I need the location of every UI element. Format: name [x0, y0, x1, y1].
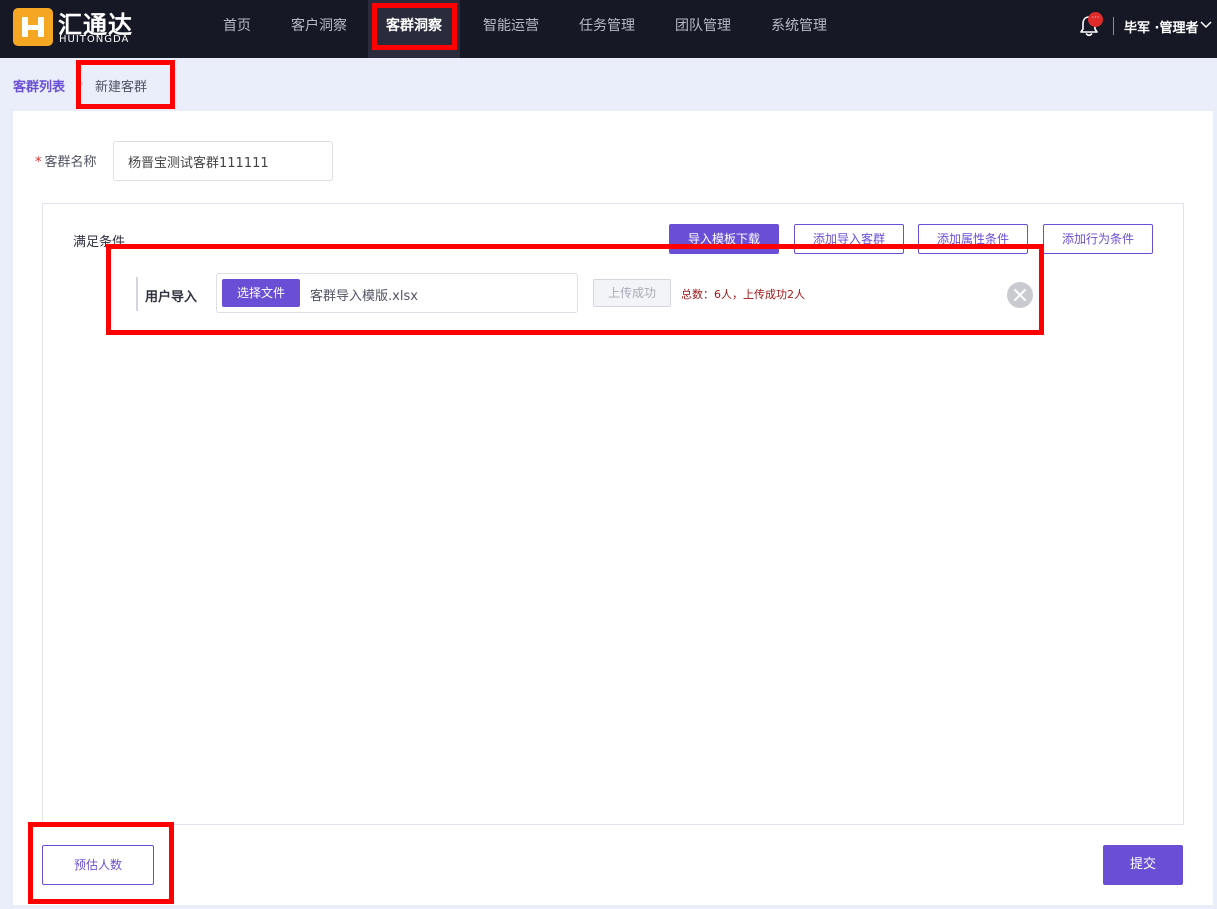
submit-button[interactable]: 提交 [1103, 845, 1183, 885]
nav-home[interactable]: 首页 [212, 0, 262, 58]
add-behavior-condition-button[interactable]: 添加行为条件 [1043, 224, 1153, 254]
notification-badge: ··· [1088, 12, 1103, 27]
nav-team-management[interactable]: 团队管理 [666, 0, 740, 58]
breadcrumb-group-list[interactable]: 客群列表 [13, 76, 65, 95]
highlight-estimate-button [28, 822, 174, 904]
highlight-breadcrumb-current [76, 60, 175, 109]
nav-system-management[interactable]: 系统管理 [762, 0, 836, 58]
chevron-down-icon[interactable] [1200, 20, 1212, 30]
user-menu[interactable]: 毕军 ·管理者 [1124, 17, 1198, 36]
highlight-import-row [106, 244, 1044, 335]
nav-task-management[interactable]: 任务管理 [570, 0, 644, 58]
brand-name-en: HUITONGDA [59, 34, 130, 45]
nav-smart-operation[interactable]: 智能运营 [474, 0, 548, 58]
highlight-nav-group-insight [372, 3, 457, 50]
group-name-input[interactable] [113, 141, 333, 181]
header-divider [1113, 17, 1114, 35]
group-name-label: * 客群名称 [35, 151, 97, 170]
required-mark: * [35, 155, 42, 170]
group-name-label-text: 客群名称 [44, 155, 97, 170]
logo-icon [13, 8, 53, 46]
nav-customer-insight[interactable]: 客户洞察 [282, 0, 356, 58]
top-navigation-bar: 汇通达 HUITONGDA 首页 客户洞察 客群洞察 智能运营 任务管理 团队管… [0, 0, 1217, 58]
